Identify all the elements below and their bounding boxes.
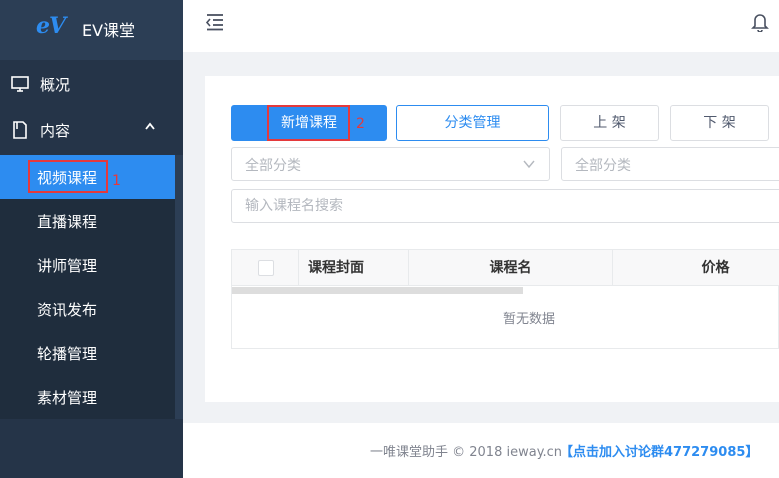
join-group-link[interactable]: 【点击加入讨论群477279085】 xyxy=(560,441,758,460)
sidebar-item-materials[interactable]: 素材管理 xyxy=(0,375,175,419)
sidebar-item-label: 资讯发布 xyxy=(37,301,98,319)
column-header-cover[interactable]: 课程封面 xyxy=(299,250,409,286)
sidebar-item-overview[interactable]: 概况 xyxy=(0,62,183,106)
table-header: 课程封面 课程名 价格 xyxy=(232,250,779,286)
chevron-up-icon xyxy=(145,122,155,133)
logo-area: eV EV课堂 xyxy=(0,0,183,60)
category-manage-button[interactable]: 分类管理 xyxy=(396,105,549,141)
column-header-name[interactable]: 课程名 xyxy=(409,250,613,286)
monitor-icon xyxy=(11,76,29,92)
sidebar-item-label: 直播课程 xyxy=(37,213,98,231)
select-value: 全部分类 xyxy=(575,158,631,174)
course-search-input[interactable] xyxy=(231,189,779,223)
annotation-number-2: 2 xyxy=(356,116,365,132)
select-all-cell xyxy=(232,250,299,286)
sidebar: eV EV课堂 概况 内容 视频课程 直播课程 讲师管理 资讯发布 轮播管理 素… xyxy=(0,0,183,478)
brand-logo: eV xyxy=(36,13,66,39)
sidebar-item-news[interactable]: 资讯发布 xyxy=(0,287,175,331)
annotation-number-1: 1 xyxy=(112,173,121,189)
column-header-price[interactable]: 价格 xyxy=(613,250,779,286)
table-horizontal-scrollbar[interactable] xyxy=(232,287,523,294)
select-value: 全部分类 xyxy=(245,158,301,174)
document-icon xyxy=(13,121,27,139)
sidebar-item-live-courses[interactable]: 直播课程 xyxy=(0,199,175,243)
sidebar-item-content[interactable]: 内容 xyxy=(0,108,183,152)
unpublish-button[interactable]: 下 架 xyxy=(670,105,769,141)
bell-icon[interactable] xyxy=(751,12,769,32)
category-select[interactable]: 全部分类 xyxy=(231,147,550,181)
table-empty-text: 暂无数据 xyxy=(502,312,555,327)
chevron-down-icon xyxy=(523,160,535,169)
submenu-scrollbar[interactable] xyxy=(175,155,183,419)
sidebar-item-label: 轮播管理 xyxy=(37,345,98,363)
sidebar-item-label: 内容 xyxy=(40,122,71,140)
menu-collapse-icon[interactable] xyxy=(205,13,225,31)
sidebar-item-teachers[interactable]: 讲师管理 xyxy=(0,243,175,287)
brand-name: EV课堂 xyxy=(82,21,136,40)
course-table: 课程封面 课程名 价格 暂无数据 xyxy=(231,249,779,349)
subcategory-select[interactable]: 全部分类 xyxy=(561,147,779,181)
select-all-checkbox[interactable] xyxy=(258,260,274,276)
top-header xyxy=(183,0,779,52)
footer: 一唯课堂助手 © 2018 ieway.cn 【点击加入讨论群477279085… xyxy=(183,423,779,478)
copyright-text: 一唯课堂助手 © 2018 ieway.cn xyxy=(370,445,563,460)
sidebar-item-label: 素材管理 xyxy=(37,389,98,407)
annotation-box-2 xyxy=(267,105,350,141)
annotation-box-1 xyxy=(28,160,108,193)
sidebar-item-label: 概况 xyxy=(40,76,71,94)
sidebar-item-carousel[interactable]: 轮播管理 xyxy=(0,331,175,375)
publish-button[interactable]: 上 架 xyxy=(560,105,659,141)
sidebar-item-label: 讲师管理 xyxy=(37,257,98,275)
